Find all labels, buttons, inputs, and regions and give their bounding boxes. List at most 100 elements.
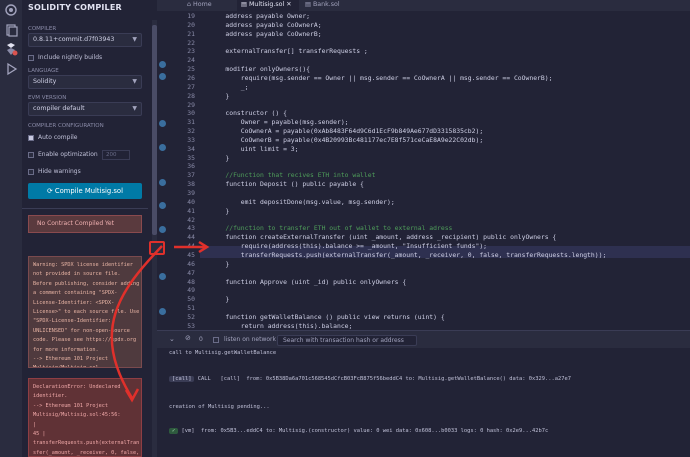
tab-label: Home [193,1,212,8]
code-line: externalTransfer[] transferRequests ; [210,47,368,56]
close-icon[interactable]: ✕ [284,1,291,8]
line-number: 22 [187,38,195,47]
breakpoint-icon[interactable] [159,120,166,127]
breakpoint-icon[interactable] [159,226,166,233]
evm-version-select[interactable]: compiler default ▼ [28,102,142,116]
line-number: 46 [187,259,195,268]
editor-tabs: ⌂ Home ▤ Multisig.sol ✕ ▤ Bank.sol [157,0,690,11]
code-line: } [210,295,230,304]
terminal-toolbar: ⌄ ⊘ 0 listen on network Search with tran… [157,330,690,348]
compiler-panel: SOLIDITY COMPILER COMPILER 0.8.11+commit… [22,0,148,457]
breakpoint-icon[interactable] [159,308,166,315]
line-number: 37 [187,171,195,180]
language-select[interactable]: Solidity ▼ [28,75,142,89]
line-number: 33 [187,135,195,144]
compile-button-label: Compile Multisig.sol [54,187,123,195]
hide-warnings-checkbox[interactable] [28,169,34,175]
file-icon: ▤ [241,1,249,8]
no-contract-select[interactable]: No Contract Compiled Yet [28,215,142,233]
code-line: function getWalletBalance () public view… [210,312,445,321]
listen-label: listen on network [224,336,276,343]
line-number: 28 [187,91,195,100]
chevron-down-icon: ▼ [132,36,137,43]
chevron-down-icon: ▼ [132,105,137,112]
code-line: uint limit = 3; [210,144,299,153]
remix-logo-icon[interactable] [4,3,18,17]
line-number: 44 [187,242,195,251]
breakpoint-icon[interactable] [159,144,166,151]
line-number: 26 [187,73,195,82]
line-number: 25 [187,65,195,74]
code-line: //function to transfer ETH out of wallet… [210,224,453,233]
call-badge: [call] [169,376,195,382]
optimization-runs-input[interactable]: 200 [102,150,130,160]
code-line: } [210,259,230,268]
clear-icon[interactable]: ⊘ [185,334,191,342]
panel-title: SOLIDITY COMPILER [28,3,122,12]
compiler-version-select[interactable]: 0.8.11+commit.d7f03943 ▼ [28,33,142,47]
line-number: 21 [187,29,195,38]
breakpoint-icon[interactable] [159,179,166,186]
code-line: emit depositDone(msg.value, msg.sender); [210,197,395,206]
auto-compile-label: Auto compile [38,134,78,141]
terminal-line[interactable]: [call] CALL [call] from: 0x5B38Da6a701c5… [169,376,571,382]
line-number: 32 [187,127,195,136]
warning-message: Warning: SPDX license identifier not pro… [28,256,142,368]
line-number: 49 [187,286,195,295]
compiler-version-value: 0.8.11+commit.d7f03943 [33,36,115,43]
evm-version-value: compiler default [33,105,85,112]
line-number: 51 [187,304,195,313]
line-number: 39 [187,189,195,197]
breakpoint-icon[interactable] [159,73,166,80]
editor-gutter: 19 20 21 22 23 24 25 26 27 28 29 30 31 32 33 34 35 36 37 38… [149,11,200,330]
breakpoint-icon[interactable] [159,273,166,280]
compile-button[interactable]: ⟳ Compile Multisig.sol [28,183,142,199]
code-line: constructor () { [210,109,287,118]
line-number: 30 [187,109,195,118]
tab-bank[interactable]: ▤ Bank.sol [305,0,355,11]
breakpoint-icon[interactable] [159,61,166,68]
code-line: Owner = payable(msg.sender); [210,118,349,127]
code-line: modifier onlyOwners(){ [210,65,311,74]
terminal-search-input[interactable]: Search with transaction hash or address [277,335,417,346]
breakpoint-icon[interactable] [159,202,166,209]
tab-label: Bank.sol [312,1,340,8]
compiler-label: COMPILER [28,26,57,32]
code-line: function createExternalTransfer (uint _a… [210,233,557,242]
optimization-checkbox[interactable] [28,152,34,158]
listen-checkbox[interactable] [213,337,219,343]
chevron-down-icon[interactable]: ⌄ [169,335,175,343]
file-icon: ▤ [305,1,313,8]
chevron-down-icon: ▼ [132,78,137,85]
refresh-icon: ⟳ [47,187,55,195]
line-number: 27 [187,82,195,91]
hide-warnings-label: Hide warnings [38,168,81,175]
line-number: 34 [187,144,195,153]
code-line: } [210,206,230,215]
tab-multisig[interactable]: ▤ Multisig.sol ✕ [237,0,299,11]
terminal-line: call to Multisig.getWalletBalance [169,350,277,356]
code-line: function Approve (uint _id) public onlyO… [210,277,407,286]
line-number: 35 [187,153,195,162]
error-marker-icon[interactable] [149,241,165,255]
line-number: 19 [187,12,195,20]
code-line: address payable Owner; [210,12,311,20]
nightly-checkbox[interactable] [28,55,34,61]
evm-label: EVM VERSION [28,95,67,101]
solidity-compiler-icon[interactable] [4,42,18,56]
code-editor[interactable]: address payable Owner; address payable C… [200,11,690,330]
line-number: 52 [187,312,195,321]
line-number: 31 [187,118,195,127]
check-icon: ✓ [169,428,179,434]
code-line: } [210,153,230,162]
tab-home[interactable]: ⌂ Home [187,0,232,11]
deploy-run-icon[interactable] [4,62,18,76]
line-number: 40 [187,197,195,206]
terminal-line[interactable]: ✓ [vm] from: 0x5B3...eddC4 to: Multisig.… [169,428,548,434]
remix-ide: SOLIDITY COMPILER COMPILER 0.8.11+commit… [0,0,690,457]
file-explorer-icon[interactable] [4,23,18,37]
line-number: 23 [187,47,195,56]
code-line: CoOwnerA = payable(0xAb8483F64d9C6d1EcF9… [210,127,484,136]
code-line: require(address(this).balance >= _amount… [210,242,488,251]
auto-compile-checkbox[interactable] [28,135,34,141]
